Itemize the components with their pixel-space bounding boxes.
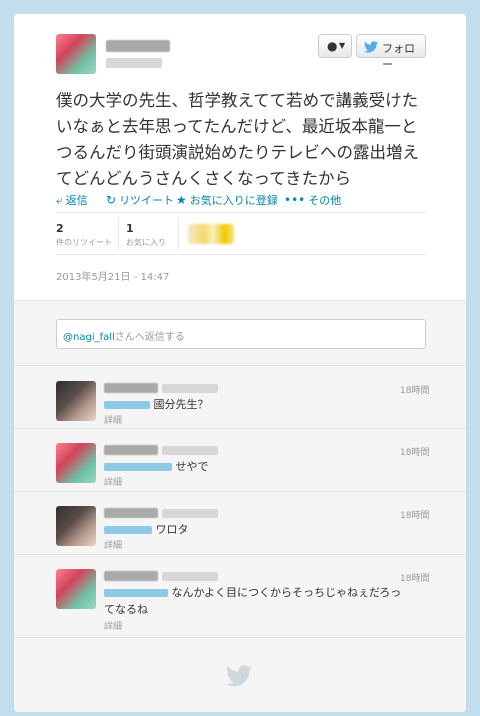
reply-handle-blurred[interactable]	[162, 509, 218, 518]
author-handle-blurred[interactable]	[106, 58, 162, 68]
reply-time[interactable]: 18時間	[400, 383, 429, 396]
reply-handle-blurred[interactable]	[162, 446, 218, 455]
favorite-action[interactable]: ★ お気に入りに登録	[176, 192, 278, 208]
reply-name-blurred[interactable]	[104, 508, 158, 518]
follow-button[interactable]: フォロー	[356, 34, 426, 71]
favoriter-avatars-blurred[interactable]	[188, 224, 234, 244]
mention-blurred[interactable]	[104, 589, 168, 597]
reply-text: なんかよく目につくからそっちじゃねぇだろってなるね	[104, 586, 402, 616]
reply-text: ワロタ	[104, 521, 189, 538]
reply-detail-link[interactable]: 詳細	[104, 619, 122, 632]
twitter-bird-icon	[226, 665, 252, 687]
caret-down-icon: ▼	[339, 41, 346, 50]
reply-detail-link[interactable]: 詳細	[104, 538, 122, 551]
more-action[interactable]: ••• その他	[284, 192, 341, 208]
reply-placeholder: さんへ返信する	[114, 332, 185, 343]
reply-avatar[interactable]	[56, 506, 96, 546]
twitter-bird-icon	[364, 41, 378, 53]
reply-action[interactable]: ⤶ 返信	[56, 192, 88, 208]
mention-blurred[interactable]	[104, 463, 172, 471]
author-avatar[interactable]	[56, 34, 96, 74]
reply-time[interactable]: 18時間	[400, 445, 429, 458]
author-name-blurred[interactable]	[106, 40, 170, 52]
retweet-count[interactable]: 2	[56, 222, 64, 235]
reply-time[interactable]: 18時間	[400, 571, 429, 584]
reply-input[interactable]: @nagi_fallさんへ返信する	[56, 319, 426, 349]
reply-mention: @nagi_fall	[63, 332, 115, 343]
star-icon: ★	[176, 193, 187, 207]
reply-time[interactable]: 18時間	[400, 508, 429, 521]
reply-avatar[interactable]	[56, 569, 96, 609]
mention-blurred[interactable]	[104, 526, 152, 534]
reply-item[interactable]: 18時間 國分先生？ 詳細	[14, 366, 466, 429]
reply-avatar[interactable]	[56, 381, 96, 421]
reply-handle-blurred[interactable]	[162, 572, 218, 581]
stat-separator	[118, 218, 119, 250]
reply-arrow-icon: ⤶	[56, 193, 63, 207]
person-icon: ●	[327, 39, 338, 53]
favorite-count[interactable]: 1	[126, 222, 134, 235]
retweet-icon: ↻	[106, 193, 117, 207]
retweet-count-label[interactable]: 件のリツイート	[56, 237, 112, 248]
reply-text: せやで	[104, 458, 209, 475]
reply-handle-blurred[interactable]	[162, 384, 218, 393]
reply-name-blurred[interactable]	[104, 445, 158, 455]
reply-avatar[interactable]	[56, 443, 96, 483]
reply-text: 國分先生？	[104, 396, 209, 413]
reply-name-blurred[interactable]	[104, 571, 158, 581]
retweet-action[interactable]: ↻ リツイート	[106, 192, 174, 208]
stat-separator	[178, 218, 179, 250]
tweet-text: 僕の大学の先生、哲学教えてて若めで講義受けたいなぁと去年思ってたんだけど、最近坂…	[56, 91, 419, 188]
divider	[56, 254, 426, 255]
mention-blurred[interactable]	[104, 401, 150, 409]
reply-detail-link[interactable]: 詳細	[104, 475, 122, 488]
replies-section: @nagi_fallさんへ返信する 18時間 國分先生？ 詳細 18時間 せやで…	[14, 300, 466, 712]
reply-item[interactable]: 18時間 ワロタ 詳細	[14, 492, 466, 555]
divider	[56, 212, 426, 213]
follow-button-label: フォロー	[382, 42, 415, 71]
user-actions-button[interactable]: ● ▼	[318, 34, 352, 58]
favorite-count-label[interactable]: お気に入り	[126, 237, 166, 248]
reply-name-blurred[interactable]	[104, 383, 158, 393]
reply-detail-link[interactable]: 詳細	[104, 413, 122, 426]
more-dots-icon: •••	[284, 193, 306, 207]
tweet-date[interactable]: 2013年5月21日 - 14:47	[56, 268, 169, 283]
reply-item[interactable]: 18時間 なんかよく目につくからそっちじゃねぇだろってなるね 詳細	[14, 555, 466, 638]
reply-item[interactable]: 18時間 せやで 詳細	[14, 429, 466, 492]
tweet-card: ● ▼ フォロー 僕の大学の先生、哲学教えてて若めで講義受けたいなぁと去年思って…	[13, 13, 467, 713]
